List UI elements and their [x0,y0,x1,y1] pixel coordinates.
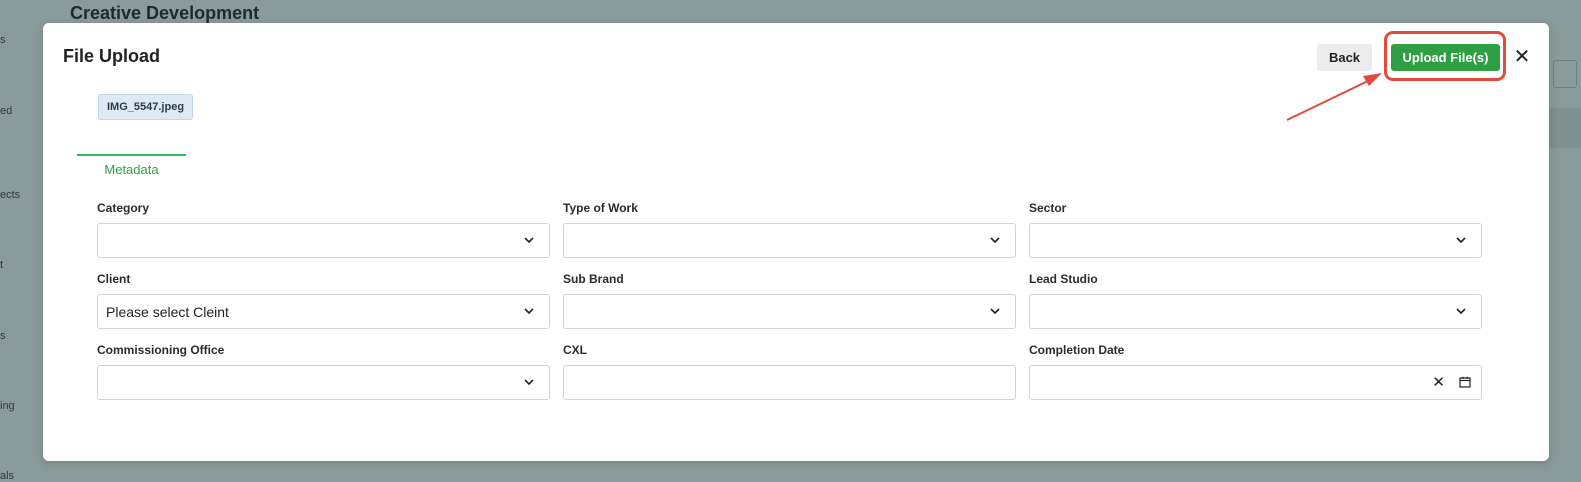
client-select[interactable]: Please select Cleint [97,294,550,329]
back-button[interactable]: Back [1317,44,1372,71]
chevron-down-icon [524,308,534,315]
commissioning-office-label: Commissioning Office [97,343,225,357]
chevron-down-icon [990,237,1000,244]
clear-icon[interactable]: ✕ [1432,373,1445,391]
type-of-work-label: Type of Work [563,201,638,215]
close-icon[interactable]: ✕ [1511,45,1533,67]
completion-date-input[interactable]: ✕ [1029,365,1482,400]
background-sidebar-label: s [0,34,6,46]
completion-date-field: Completion Date ✕ [1029,343,1482,400]
background-sidebar-label: ing [0,400,15,412]
category-select[interactable] [97,223,550,258]
client-label: Client [97,272,131,286]
file-chip: IMG_5547.jpeg [98,94,194,120]
sector-field: Sector [1029,201,1482,258]
background-sidebar-label: t [0,259,4,271]
type-of-work-select[interactable] [563,223,1016,258]
category-label: Category [97,201,150,215]
calendar-icon[interactable] [1459,376,1471,388]
background-toolbar-button [1553,60,1577,88]
client-value: Please select Cleint [106,304,229,320]
chevron-down-icon [524,379,534,386]
chevron-down-icon [524,237,534,244]
sub-brand-select[interactable] [563,294,1016,329]
background-page-title: Creative Development [70,3,260,23]
lead-studio-select[interactable] [1029,294,1482,329]
sub-brand-field: Sub Brand [563,272,1016,329]
background-sidebar-label: s [0,330,6,342]
background-panel [1545,108,1581,148]
background-sidebar-label: ed [0,105,13,117]
completion-date-label: Completion Date [1029,343,1125,357]
modal-title: File Upload [63,46,161,66]
commissioning-office-select[interactable] [97,365,550,400]
chevron-down-icon [1456,308,1466,315]
chevron-down-icon [1456,237,1466,244]
upload-files-button[interactable]: Upload File(s) [1391,44,1500,71]
background-sidebar-label: ects [0,189,21,201]
type-of-work-field: Type of Work [563,201,1016,258]
background-sidebar-label: als [0,470,15,482]
category-field: Category [97,201,550,258]
cxl-label: CXL [563,343,587,357]
tab-metadata[interactable]: Metadata [77,154,186,182]
lead-studio-field: Lead Studio [1029,272,1482,329]
cxl-field: CXL [563,343,1016,400]
cxl-input[interactable] [563,365,1016,400]
sector-select[interactable] [1029,223,1482,258]
lead-studio-label: Lead Studio [1029,272,1098,286]
commissioning-office-field: Commissioning Office [97,343,550,400]
chevron-down-icon [990,308,1000,315]
file-upload-modal: File Upload Back Upload File(s) ✕ IMG_55… [43,23,1549,461]
sub-brand-label: Sub Brand [563,272,624,286]
sector-label: Sector [1029,201,1067,215]
client-field: Client Please select Cleint [97,272,550,329]
